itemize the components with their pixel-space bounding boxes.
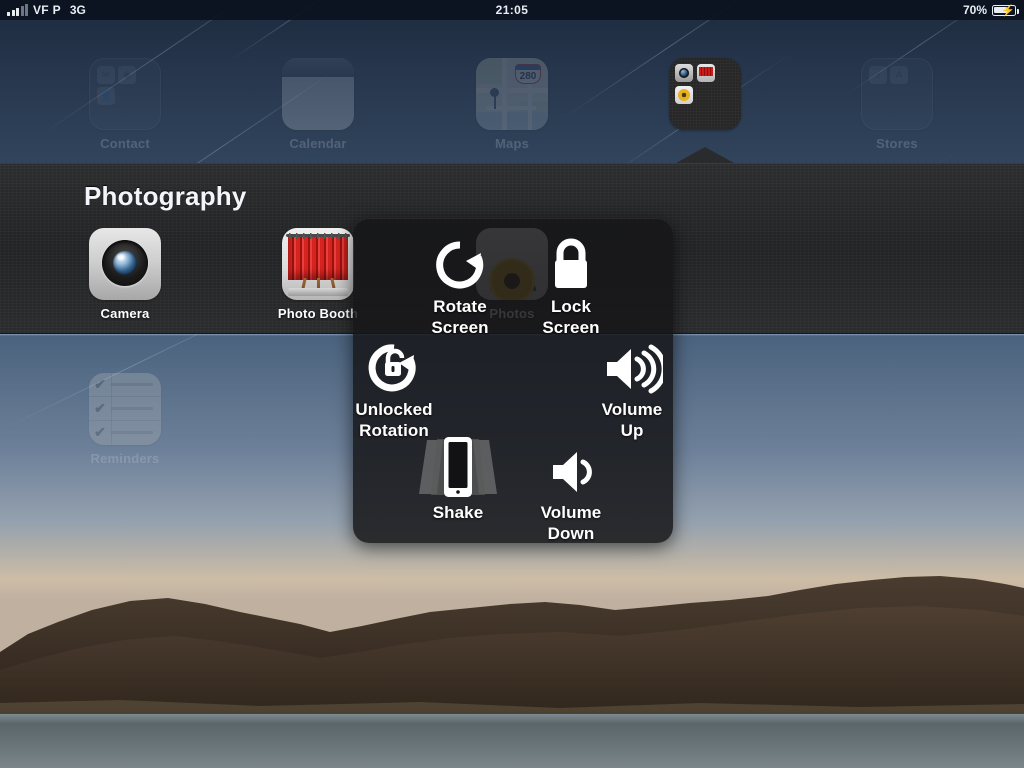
app-icon-reminders[interactable]: ✔ ✔ ✔ Reminders [55, 373, 195, 466]
app-label: Stores [876, 136, 918, 151]
app-icon-maps[interactable]: 280 Maps [442, 58, 582, 151]
app-label: Camera [100, 306, 150, 321]
photo-booth-icon [282, 228, 354, 300]
app-icon-stores[interactable]: ♪ A Stores [827, 58, 967, 151]
menu-label-line1: Lock [550, 297, 592, 316]
menu-item-lock-screen[interactable]: Lock Screen [496, 228, 646, 338]
mini-icon: ♪ [869, 66, 887, 84]
menu-label-line1: Volume [540, 503, 602, 522]
menu-label-line1: Volume [601, 400, 663, 419]
assistive-touch-device-menu: Rotate Screen Lock Screen Unlocked Rotat… [353, 218, 673, 543]
highway-number: 280 [519, 70, 537, 82]
status-bar-clock: 21:05 [495, 3, 529, 17]
app-icon-photography-folder[interactable] [635, 58, 775, 130]
mini-icon: 👤 [97, 87, 115, 105]
mini-icon-photo-booth [697, 64, 715, 82]
menu-label-line2: Down [547, 524, 595, 543]
speaker-high-icon [557, 331, 707, 395]
mini-icon: ◉ [118, 66, 136, 84]
menu-item-volume-down[interactable]: Volume Down [496, 434, 646, 544]
battery-percentage: 70% [962, 3, 987, 17]
ipad-home-screen: VF P 3G 21:05 70% ⚡ ✉ ◉ 👤 Contact Calend… [0, 0, 1024, 768]
app-label: Contact [100, 136, 150, 151]
battery-charging-icon: ⚡ [992, 4, 1019, 16]
menu-label-line1: Unlocked [355, 400, 433, 419]
folder-title: Photography [84, 181, 247, 211]
mini-icon: ✉ [97, 66, 115, 84]
app-label: Reminders [90, 451, 160, 466]
folder-icon: ♪ A [861, 58, 933, 130]
mini-icon-photos [675, 86, 693, 104]
map-pin-icon [490, 88, 499, 109]
status-bar: VF P 3G 21:05 70% ⚡ [0, 0, 1024, 20]
app-label: Calendar [289, 136, 347, 151]
app-icon-calendar[interactable]: Calendar [248, 58, 388, 151]
maps-icon: 280 [476, 58, 548, 130]
app-label: Maps [494, 136, 530, 151]
menu-item-unlocked-rotation[interactable]: Unlocked Rotation [319, 331, 469, 441]
folder-app-camera[interactable]: Camera [55, 228, 195, 321]
speaker-low-icon [496, 434, 646, 498]
highway-shield-icon: 280 [515, 64, 541, 84]
calendar-icon [282, 58, 354, 130]
menu-item-volume-up[interactable]: Volume Up [557, 331, 707, 441]
padlock-closed-icon [496, 228, 646, 292]
app-icon-contact[interactable]: ✉ ◉ 👤 Contact [55, 58, 195, 151]
folder-icon: ✉ ◉ 👤 [89, 58, 161, 130]
camera-icon [89, 228, 161, 300]
folder-pointer-arrow [676, 147, 734, 163]
mini-icon: A [890, 66, 908, 84]
mini-icon-camera [675, 64, 693, 82]
folder-open-icon [669, 58, 741, 130]
reminders-icon: ✔ ✔ ✔ [89, 373, 161, 445]
rotation-unlocked-icon [319, 331, 469, 395]
